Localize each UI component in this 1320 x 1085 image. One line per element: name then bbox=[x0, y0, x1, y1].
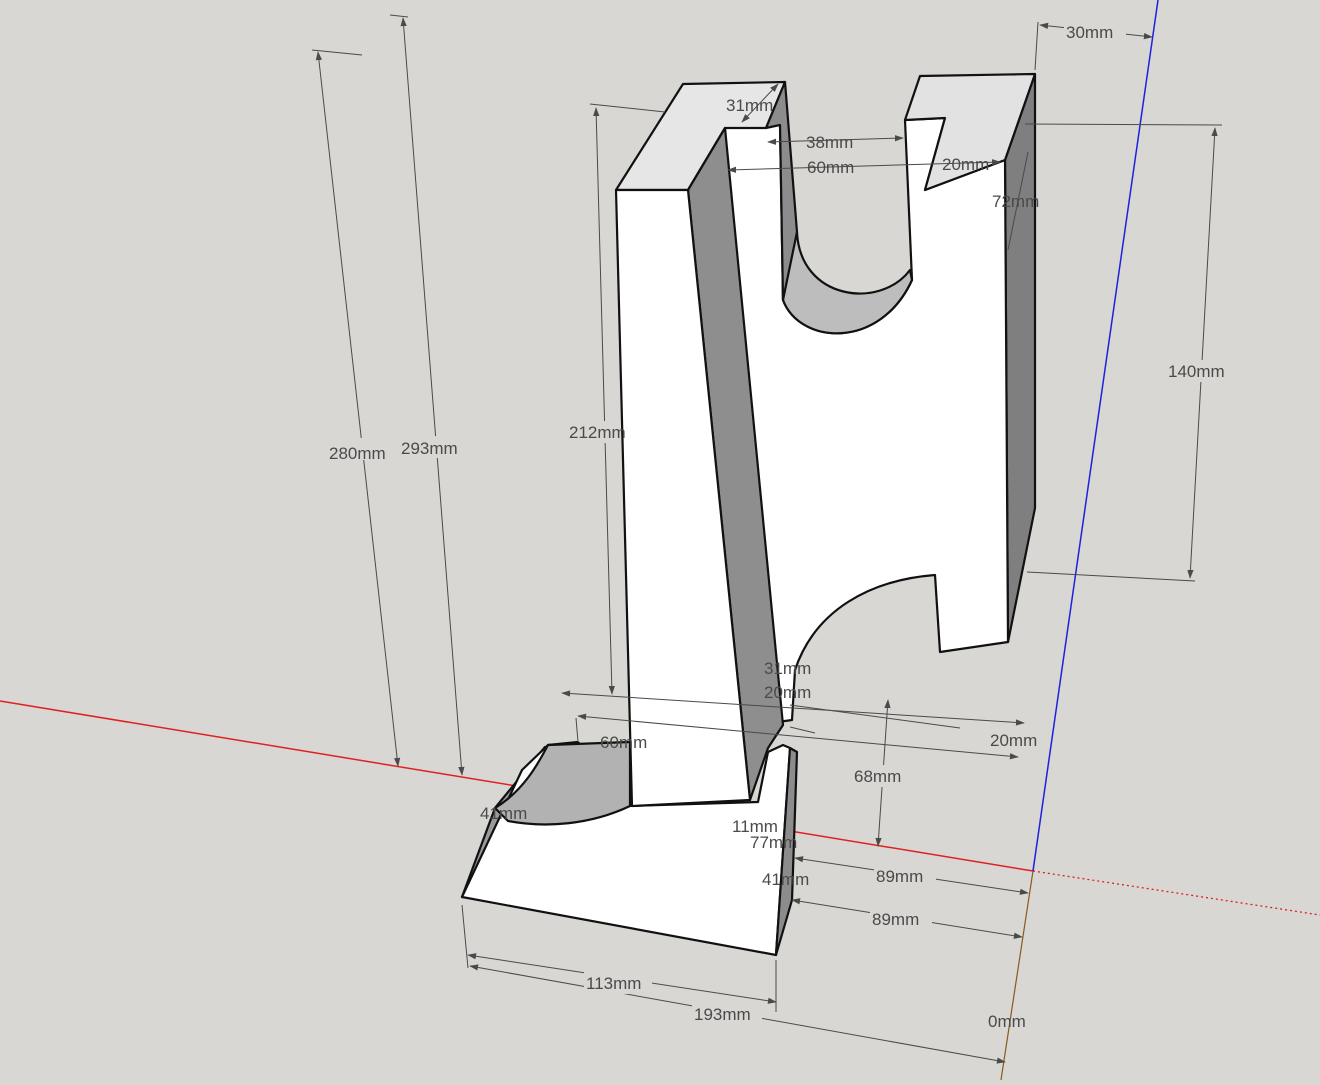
dim-60-top-label: 60mm bbox=[807, 158, 854, 177]
dim-30-ext-line bbox=[1034, 21, 1039, 71]
sketchup-3d-viewport[interactable]: 30mm 31mm 38mm 60mm 20mm 72mm 140mm 280m… bbox=[0, 0, 1320, 1081]
dim-72-label: 72mm bbox=[992, 192, 1039, 211]
dim-212-line bbox=[593, 107, 615, 695]
dim-31-mid-label: 31mm bbox=[764, 659, 811, 678]
dim-113-ext-left bbox=[461, 904, 469, 969]
dim-31-top-label: 31mm bbox=[726, 96, 773, 115]
dim-20-top-label: 20mm bbox=[942, 155, 989, 174]
dim-212-label: 212mm bbox=[569, 423, 626, 442]
green-axis-line bbox=[1000, 870, 1034, 1081]
dim-41-front-label: 41mm bbox=[762, 870, 809, 889]
dim-0-label: 0mm bbox=[988, 1012, 1026, 1031]
dim-193-label: 193mm bbox=[694, 1005, 751, 1024]
dim-280-ext-line bbox=[311, 49, 363, 56]
dim-20-mid-ext-2 bbox=[789, 726, 816, 734]
dim-280-line bbox=[315, 51, 401, 767]
dim-140-top-ext bbox=[1024, 123, 1223, 126]
dim-41-left-label: 41mm bbox=[480, 804, 527, 823]
blue-axis-line bbox=[1032, 0, 1159, 872]
rear-slab-side-face[interactable] bbox=[1003, 72, 1037, 644]
dim-20-mid-ext bbox=[789, 704, 961, 729]
dim-212-ext-line bbox=[589, 103, 666, 113]
dim-77-label: 77mm bbox=[750, 833, 797, 852]
dim-30-label: 30mm bbox=[1066, 23, 1113, 42]
dim-293-ext-line bbox=[389, 14, 409, 18]
model-canvas[interactable]: 30mm 31mm 38mm 60mm 20mm 72mm 140mm 280m… bbox=[0, 0, 1320, 1081]
red-axis-dotted-line bbox=[1032, 870, 1320, 916]
dim-293-label: 293mm bbox=[401, 439, 458, 458]
dim-280-label: 280mm bbox=[329, 444, 386, 463]
dim-20-mid-label: 20mm bbox=[764, 683, 811, 702]
dim-89-b-label: 89mm bbox=[872, 910, 919, 929]
dim-89-a-label: 89mm bbox=[876, 867, 923, 886]
dim-140-line bbox=[1187, 127, 1218, 579]
dim-113-label: 113mm bbox=[586, 974, 641, 993]
dim-20-right-label: 20mm bbox=[990, 731, 1037, 750]
dim-68-label: 68mm bbox=[854, 767, 901, 786]
dim-60-low-label: 60mm bbox=[600, 733, 647, 752]
dim-293-line bbox=[400, 17, 465, 776]
dim-140-label: 140mm bbox=[1168, 362, 1225, 381]
dim-38-label: 38mm bbox=[806, 133, 853, 152]
dim-140-bottom-ext bbox=[1026, 571, 1196, 582]
dim-60-low-line bbox=[575, 717, 579, 743]
